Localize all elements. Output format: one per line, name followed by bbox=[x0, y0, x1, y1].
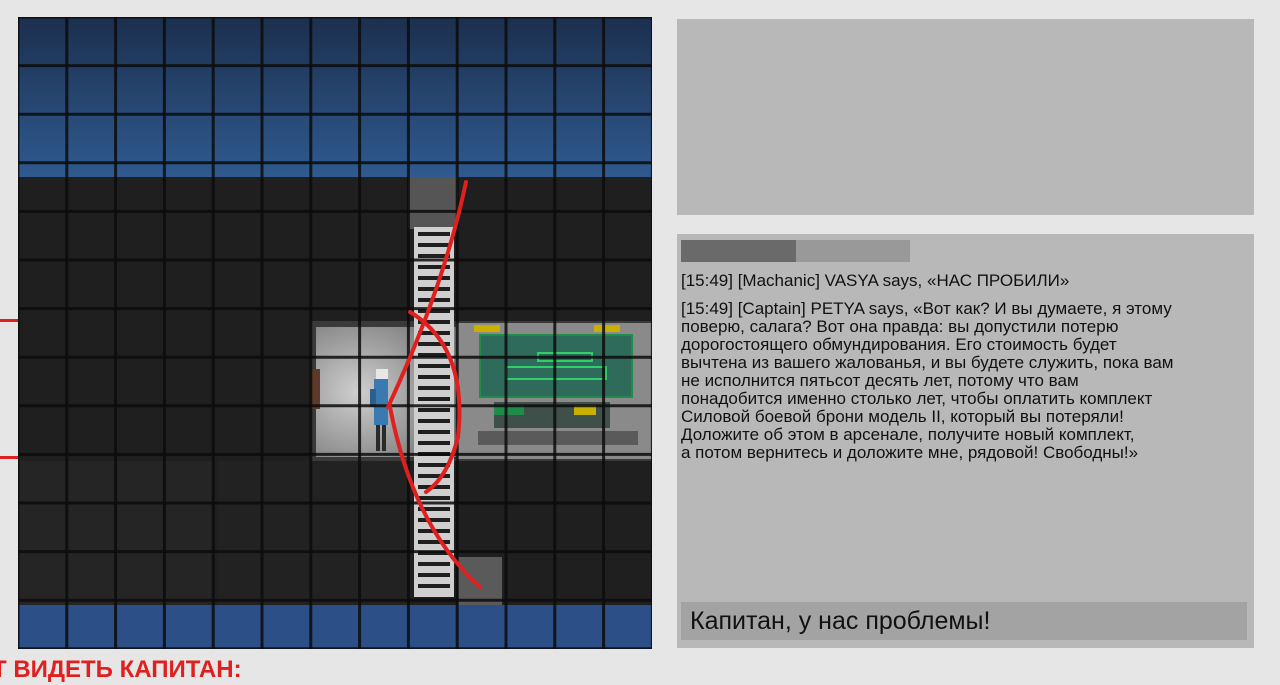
chat-message: [15:49] [Machanic] VASYA says, «НАС ПРОБ… bbox=[681, 271, 1070, 290]
red-marker-upper bbox=[0, 319, 18, 322]
chat-log[interactable]: [15:49] [Machanic] VASYA says, «НАС ПРОБ… bbox=[681, 272, 1247, 466]
chat-panel: [15:49] [Machanic] VASYA says, «НАС ПРОБ… bbox=[677, 234, 1254, 648]
health-bar-fill bbox=[681, 240, 796, 262]
chat-input[interactable] bbox=[681, 602, 1247, 640]
info-panel bbox=[677, 19, 1254, 215]
bottom-caption: Т ВИДЕТЬ КАПИТАН: bbox=[0, 656, 242, 683]
game-viewport[interactable] bbox=[18, 17, 652, 649]
chat-message: [15:49] [Captain] PETYA says, «Вот как? … bbox=[681, 299, 1174, 462]
red-marker-lower bbox=[0, 456, 18, 459]
health-bar bbox=[681, 240, 910, 262]
